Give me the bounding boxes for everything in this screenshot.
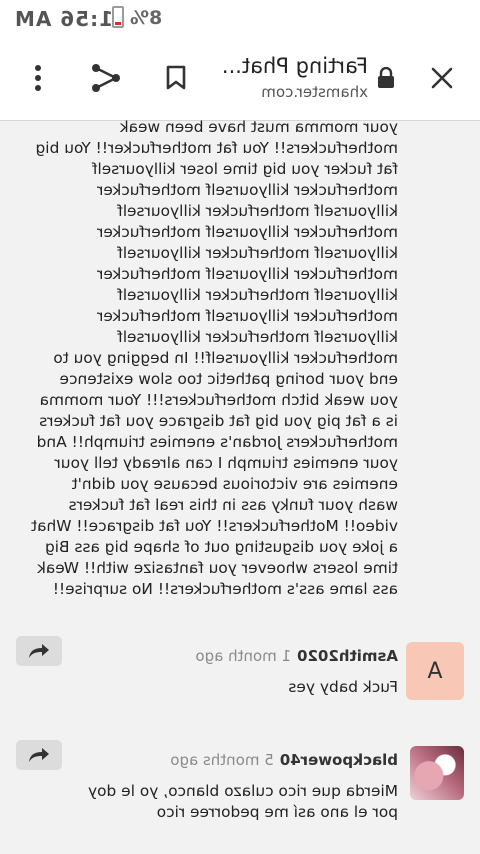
comment-text: Mierda que rico culazo blanco, yo le doy… (88, 782, 398, 821)
mirrored-screen: 1:56 AM 8% Farting Phat... xhamster.com … (0, 0, 480, 854)
comment-timestamp: 1 month ago (195, 647, 292, 665)
reply-button[interactable] (16, 740, 62, 770)
reply-icon (29, 748, 49, 762)
comment-body-text: your momma must have been weak motherfuc… (31, 118, 398, 598)
share-icon[interactable] (86, 58, 126, 98)
page-domain: xhamster.com (261, 83, 368, 101)
comment-username[interactable]: Asmith2020 (297, 647, 398, 665)
close-icon[interactable] (422, 58, 462, 98)
battery-icon (112, 6, 124, 28)
comment-username[interactable]: blackpower40 (280, 751, 398, 769)
comment-header: Asmith2020 1 month ago (195, 647, 398, 665)
page-content: your momma must have been weak motherfuc… (0, 118, 480, 854)
bookmark-icon[interactable] (156, 58, 196, 98)
browser-toolbar: Farting Phat... xhamster.com (0, 36, 480, 121)
comment-timestamp: 5 months ago (170, 751, 274, 769)
reply-icon (29, 644, 49, 658)
avatar[interactable]: A (406, 642, 464, 700)
comment-text: Fuck baby yes (288, 678, 398, 696)
avatar-letter: A (427, 658, 443, 684)
comment-header: blackpower40 5 months ago (170, 751, 398, 769)
lock-icon (374, 66, 398, 90)
status-time: 1:56 AM (14, 7, 114, 31)
more-vert-icon[interactable] (18, 58, 58, 98)
status-bar: 1:56 AM 8% (0, 0, 480, 36)
battery-percent: 8% (130, 7, 163, 29)
avatar[interactable] (410, 746, 464, 800)
page-title-block[interactable]: Farting Phat... xhamster.com (212, 54, 368, 101)
page-title: Farting Phat... (221, 54, 368, 78)
reply-button[interactable] (16, 636, 62, 666)
